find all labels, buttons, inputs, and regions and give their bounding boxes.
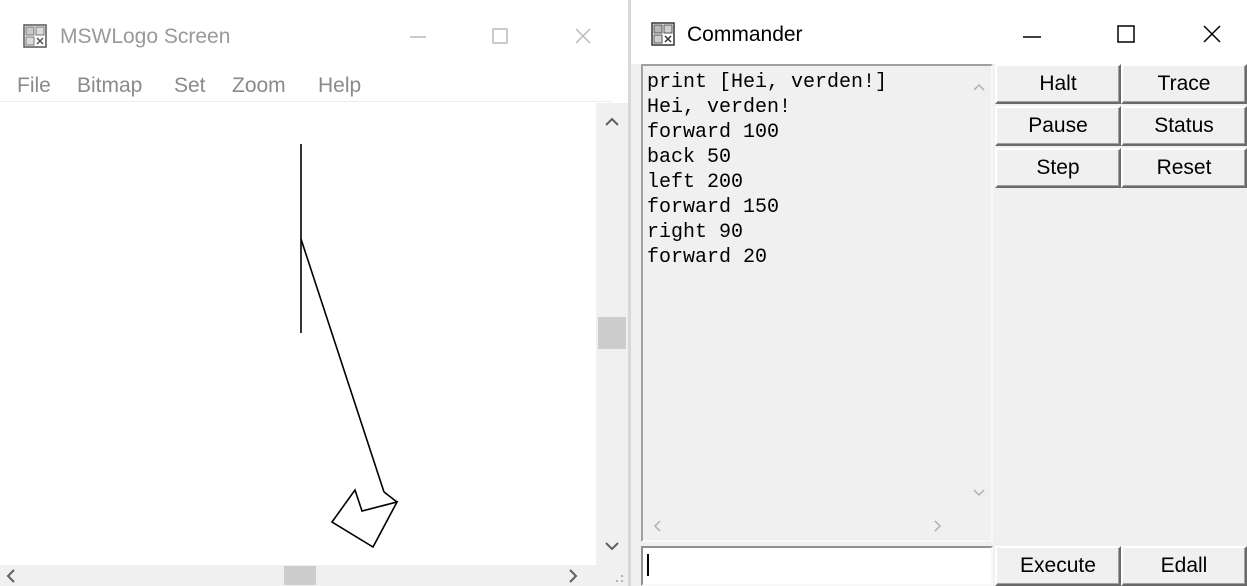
scroll-down-icon[interactable] xyxy=(605,542,619,551)
logo-app-icon xyxy=(23,24,47,48)
resize-grip-icon xyxy=(616,575,623,582)
scroll-up-icon[interactable] xyxy=(605,117,619,126)
logo-title-bar[interactable]: MSWLogo Screen xyxy=(0,0,628,68)
execute-button[interactable]: Execute xyxy=(995,546,1121,586)
turtle-line-short xyxy=(383,491,398,503)
edall-button[interactable]: Edall xyxy=(1121,546,1247,586)
history-line[interactable]: back 50 xyxy=(647,145,887,170)
turtle-canvas[interactable] xyxy=(0,103,596,565)
logo-hscroll-thumb[interactable] xyxy=(284,566,316,585)
menu-zoom[interactable]: Zoom xyxy=(232,74,286,98)
commander-title-bar[interactable]: Commander xyxy=(631,0,1247,64)
scroll-right-icon[interactable] xyxy=(934,520,942,532)
logo-window-title: MSWLogo Screen xyxy=(60,25,231,48)
commander-window-title: Commander xyxy=(687,23,803,46)
menu-help[interactable]: Help xyxy=(318,74,361,98)
logo-vertical-scrollbar[interactable] xyxy=(596,103,628,565)
turtle-icon xyxy=(330,488,399,549)
maximize-icon xyxy=(1117,25,1135,43)
text-caret xyxy=(647,554,649,576)
history-scroll-corner xyxy=(967,512,991,540)
mswlogo-screen-window: MSWLogo Screen File Bitmap Set Zoom Help xyxy=(0,0,628,586)
close-icon xyxy=(575,28,591,44)
menu-file[interactable]: File xyxy=(17,74,51,98)
turtle-line-diagonal xyxy=(300,238,385,493)
halt-button[interactable]: Halt xyxy=(995,64,1121,104)
command-history-list[interactable]: print [Hei, verden!] Hei, verden! forwar… xyxy=(641,64,993,542)
logo-menu-bar: File Bitmap Set Zoom Help xyxy=(0,68,612,102)
step-button[interactable]: Step xyxy=(995,148,1121,188)
history-line[interactable]: Hei, verden! xyxy=(647,95,887,120)
history-line[interactable]: forward 150 xyxy=(647,195,887,220)
logo-app-icon xyxy=(651,22,675,46)
logo-maximize-button[interactable] xyxy=(480,18,520,54)
commander-window: Commander print [Hei, verden!] Hei, verd… xyxy=(631,0,1247,586)
turtle-drawing xyxy=(300,144,399,549)
history-line[interactable]: print [Hei, verden!] xyxy=(647,70,887,95)
scroll-left-icon[interactable] xyxy=(653,520,661,532)
history-line[interactable]: forward 100 xyxy=(647,120,887,145)
status-button[interactable]: Status xyxy=(1121,106,1247,146)
commander-minimize-button[interactable] xyxy=(1012,16,1052,52)
logo-vscroll-thumb[interactable] xyxy=(598,317,626,349)
maximize-icon xyxy=(492,28,508,44)
scroll-left-icon[interactable] xyxy=(6,569,15,583)
logo-close-button[interactable] xyxy=(563,18,603,54)
minimize-icon xyxy=(1023,36,1041,38)
history-vertical-scrollbar[interactable] xyxy=(967,66,991,512)
scroll-down-icon[interactable] xyxy=(973,489,985,497)
history-line[interactable]: left 200 xyxy=(647,170,887,195)
commander-close-button[interactable] xyxy=(1192,16,1232,52)
reset-button[interactable]: Reset xyxy=(1121,148,1247,188)
history-line[interactable]: right 90 xyxy=(647,220,887,245)
menu-set[interactable]: Set xyxy=(174,74,206,98)
scroll-right-icon[interactable] xyxy=(569,569,578,583)
command-input[interactable] xyxy=(641,546,993,586)
logo-minimize-button[interactable] xyxy=(398,18,438,54)
scroll-up-icon[interactable] xyxy=(973,83,985,91)
trace-button[interactable]: Trace xyxy=(1121,64,1247,104)
close-icon xyxy=(1203,25,1221,43)
commander-maximize-button[interactable] xyxy=(1106,16,1146,52)
history-horizontal-scrollbar[interactable] xyxy=(643,512,967,540)
minimize-icon xyxy=(410,36,426,38)
menu-bitmap[interactable]: Bitmap xyxy=(77,74,142,98)
logo-horizontal-scrollbar[interactable] xyxy=(0,565,596,586)
history-line[interactable]: forward 20 xyxy=(647,245,887,270)
pause-button[interactable]: Pause xyxy=(995,106,1121,146)
resize-grip[interactable] xyxy=(596,565,628,586)
